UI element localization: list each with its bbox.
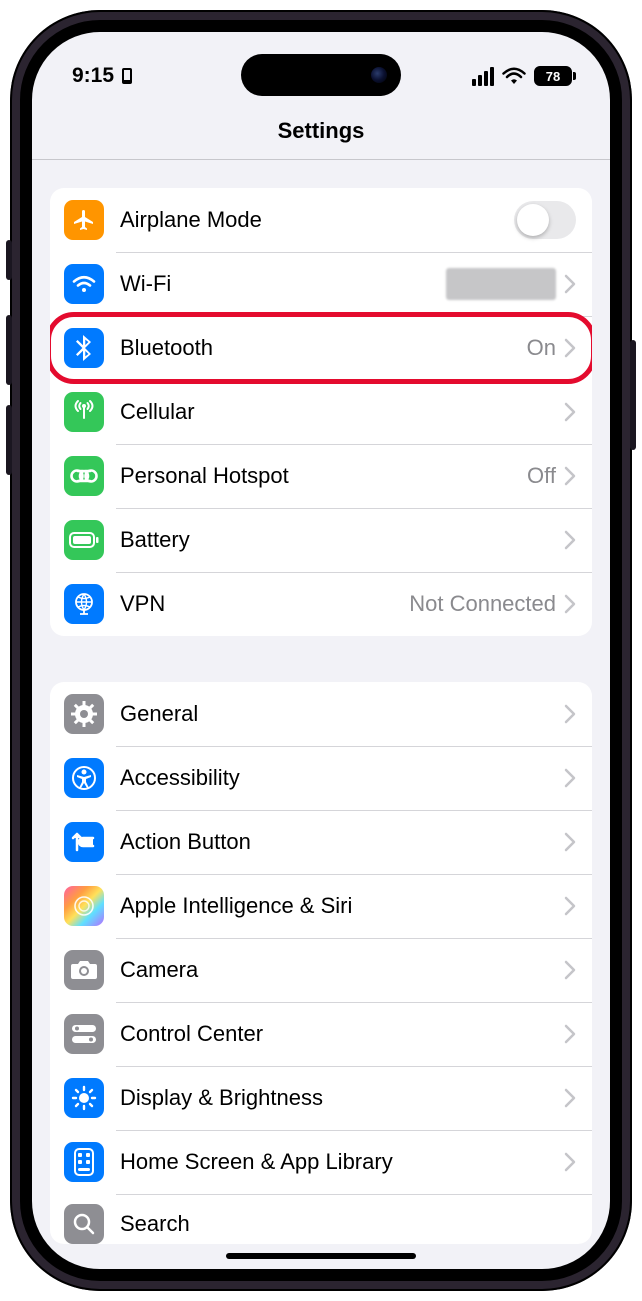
row-wifi[interactable]: Wi-Fi <box>50 252 592 316</box>
chevron-right-icon <box>564 960 576 980</box>
wifi-settings-icon <box>64 264 104 304</box>
airplane-icon <box>64 200 104 240</box>
row-vpn[interactable]: VPN Not Connected <box>50 572 592 636</box>
cellular-icon <box>64 392 104 432</box>
row-control-center[interactable]: Control Center <box>50 1002 592 1066</box>
settings-content[interactable]: Airplane Mode Wi-Fi <box>32 160 610 1269</box>
page-title: Settings <box>32 102 610 160</box>
cellular-signal-icon <box>472 67 494 86</box>
phone-frame: 9:15 78 <box>10 10 632 1291</box>
row-apple-intelligence-siri[interactable]: Apple Intelligence & Siri <box>50 874 592 938</box>
hotspot-icon <box>64 456 104 496</box>
row-accessibility[interactable]: Accessibility <box>50 746 592 810</box>
row-label: Camera <box>120 957 564 983</box>
siri-icon <box>64 886 104 926</box>
phone-screen-bezel: 9:15 78 <box>20 20 622 1281</box>
row-label: VPN <box>120 591 409 617</box>
battery-settings-icon <box>64 520 104 560</box>
settings-group-device: General Accessibility <box>50 682 592 1244</box>
chevron-right-icon <box>564 832 576 852</box>
chevron-right-icon <box>564 594 576 614</box>
chevron-right-icon <box>564 274 576 294</box>
battery-indicator: 78 <box>534 66 576 86</box>
search-icon <box>64 1204 104 1244</box>
row-label: Accessibility <box>120 765 564 791</box>
chevron-right-icon <box>564 896 576 916</box>
action-button-icon <box>64 822 104 862</box>
row-camera[interactable]: Camera <box>50 938 592 1002</box>
side-button-power <box>630 340 636 450</box>
status-time: 9:15 <box>72 64 114 88</box>
side-button-silence <box>6 240 12 280</box>
bluetooth-icon <box>64 328 104 368</box>
row-label: Search <box>120 1211 576 1237</box>
battery-percent: 78 <box>546 69 560 84</box>
row-battery[interactable]: Battery <box>50 508 592 572</box>
row-search[interactable]: Search <box>50 1194 592 1244</box>
row-general[interactable]: General <box>50 682 592 746</box>
row-label: Battery <box>120 527 564 553</box>
brightness-icon <box>64 1078 104 1118</box>
row-action-button[interactable]: Action Button <box>50 810 592 874</box>
row-label: Bluetooth <box>120 335 527 361</box>
row-label: General <box>120 701 564 727</box>
chevron-right-icon <box>564 1152 576 1172</box>
gear-icon <box>64 694 104 734</box>
row-label: Action Button <box>120 829 564 855</box>
row-value: Off <box>527 463 556 489</box>
row-bluetooth[interactable]: Bluetooth On <box>50 316 592 380</box>
row-label: Wi-Fi <box>120 271 446 297</box>
chevron-right-icon <box>564 1088 576 1108</box>
control-center-icon <box>64 1014 104 1054</box>
chevron-right-icon <box>564 402 576 422</box>
dynamic-island <box>241 54 401 96</box>
row-label: Apple Intelligence & Siri <box>120 893 564 919</box>
chevron-right-icon <box>564 466 576 486</box>
chevron-right-icon <box>564 768 576 788</box>
chevron-right-icon <box>564 704 576 724</box>
chevron-right-icon <box>564 338 576 358</box>
row-personal-hotspot[interactable]: Personal Hotspot Off <box>50 444 592 508</box>
vpn-icon <box>64 584 104 624</box>
row-home-screen[interactable]: Home Screen & App Library <box>50 1130 592 1194</box>
accessibility-icon <box>64 758 104 798</box>
row-label: Personal Hotspot <box>120 463 527 489</box>
row-label: Display & Brightness <box>120 1085 564 1111</box>
row-label: Cellular <box>120 399 564 425</box>
camera-icon <box>64 950 104 990</box>
row-display-brightness[interactable]: Display & Brightness <box>50 1066 592 1130</box>
chevron-right-icon <box>564 530 576 550</box>
row-label: Home Screen & App Library <box>120 1149 564 1175</box>
side-button-vol-up <box>6 315 12 385</box>
row-airplane-mode[interactable]: Airplane Mode <box>50 188 592 252</box>
orientation-lock-icon <box>120 67 134 85</box>
wifi-icon <box>502 67 526 85</box>
row-value: On <box>527 335 556 361</box>
home-indicator[interactable] <box>226 1253 416 1259</box>
side-button-vol-down <box>6 405 12 475</box>
wifi-network-redacted <box>446 268 556 300</box>
settings-group-connectivity: Airplane Mode Wi-Fi <box>50 188 592 636</box>
row-label: Control Center <box>120 1021 564 1047</box>
row-cellular[interactable]: Cellular <box>50 380 592 444</box>
row-value: Not Connected <box>409 591 556 617</box>
row-label: Airplane Mode <box>120 207 514 233</box>
home-screen-icon <box>64 1142 104 1182</box>
chevron-right-icon <box>564 1024 576 1044</box>
front-camera <box>371 67 387 83</box>
airplane-toggle[interactable] <box>514 201 576 239</box>
